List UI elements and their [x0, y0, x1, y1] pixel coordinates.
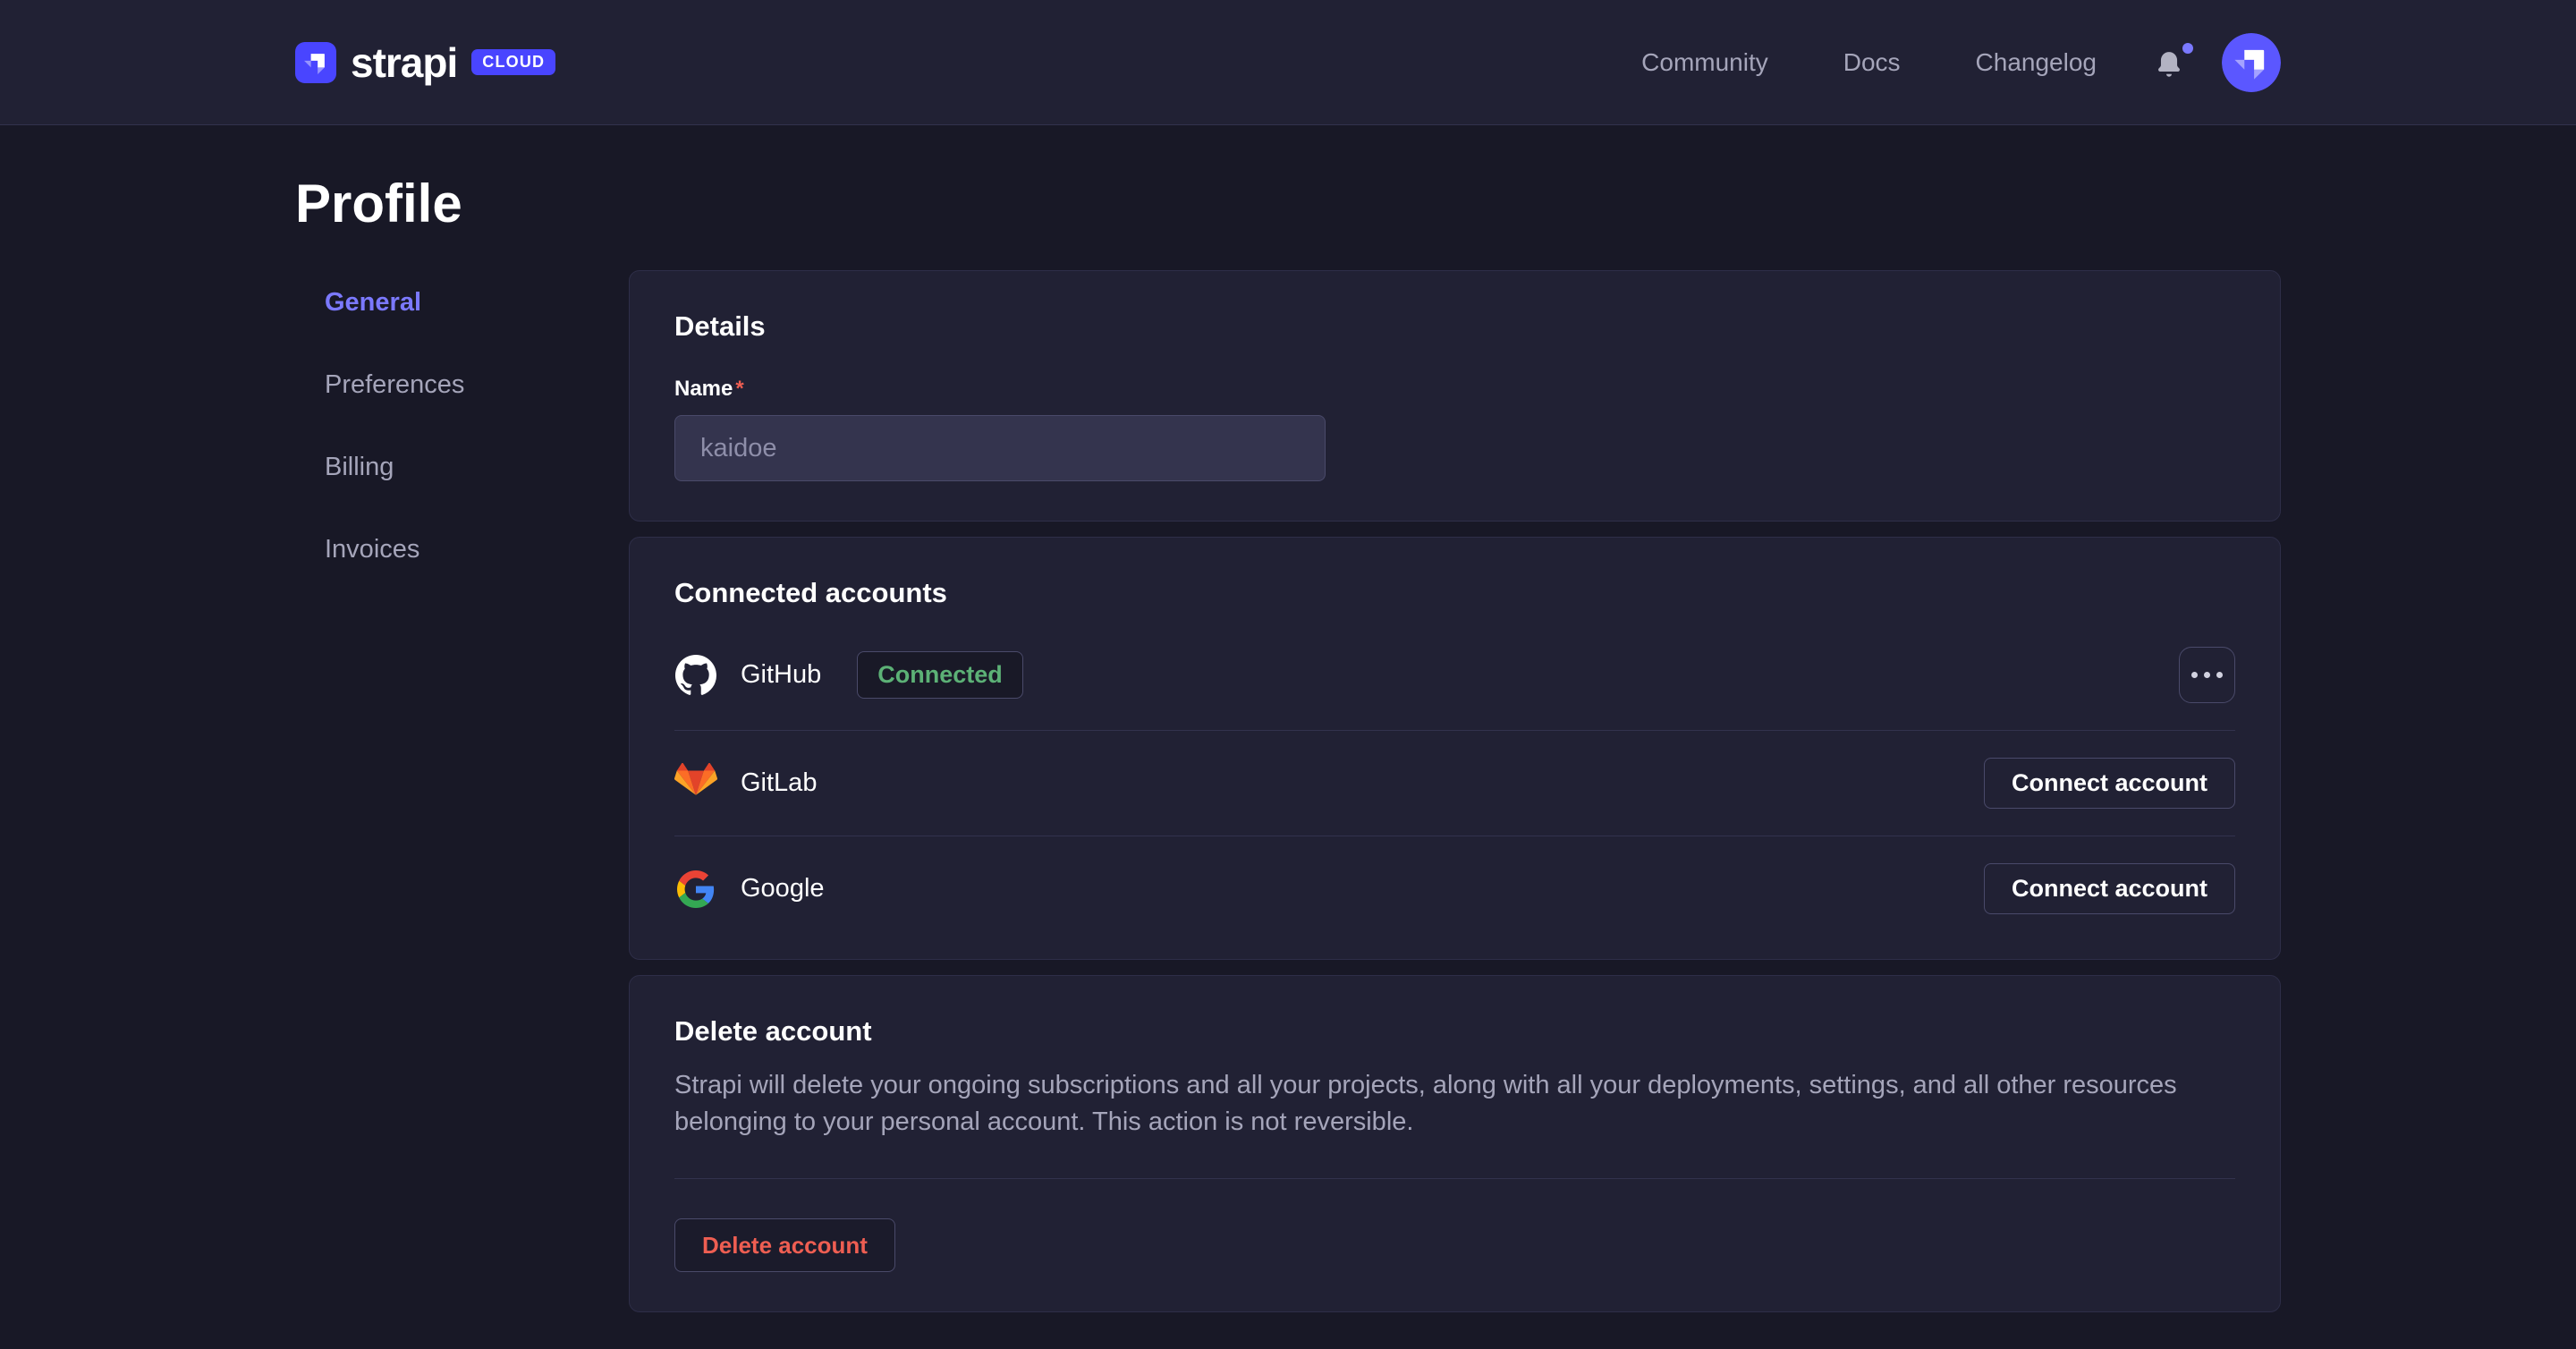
top-navbar: strapi CLOUD Community Docs Changelog: [0, 0, 2576, 125]
google-connect-account-button[interactable]: Connect account: [1984, 863, 2235, 914]
delete-account-button[interactable]: Delete account: [674, 1218, 895, 1272]
details-card: Details Name*: [629, 270, 2281, 522]
user-avatar[interactable]: [2222, 33, 2281, 92]
unread-notification-dot: [2182, 43, 2193, 54]
account-row-gitlab: GitLab Connect account: [674, 730, 2235, 836]
name-label: Name*: [674, 377, 744, 401]
sidebar-item-preferences[interactable]: Preferences: [325, 370, 629, 399]
name-field: Name*: [674, 377, 2235, 481]
brand-logo[interactable]: strapi CLOUD: [295, 38, 555, 87]
strapi-mark-icon: [295, 42, 336, 83]
page-title: Profile: [295, 172, 2281, 236]
account-row-google: Google Connect account: [674, 836, 2235, 920]
name-input[interactable]: [674, 415, 1326, 481]
sidebar-item-general[interactable]: General: [325, 288, 629, 317]
nav-link-community[interactable]: Community: [1641, 48, 1768, 77]
profile-sidebar: General Preferences Billing Invoices: [295, 270, 629, 617]
sidebar-item-billing[interactable]: Billing: [325, 453, 629, 481]
github-more-options-button[interactable]: [2179, 647, 2235, 703]
notifications-button[interactable]: [2154, 45, 2190, 81]
avatar-strapi-icon: [2222, 33, 2281, 92]
top-navigation: Community Docs Changelog: [1641, 33, 2281, 92]
gitlab-tanuki-icon: [674, 762, 717, 805]
details-card-title: Details: [674, 310, 2235, 343]
connected-status-badge: Connected: [857, 651, 1023, 699]
bell-icon: [2154, 48, 2184, 81]
delete-account-card: Delete account Strapi will delete your o…: [629, 975, 2281, 1312]
gitlab-connect-account-button[interactable]: Connect account: [1984, 758, 2235, 809]
brand-wordmark: strapi: [351, 38, 457, 87]
sidebar-item-invoices[interactable]: Invoices: [325, 535, 629, 564]
card-divider: [674, 1178, 2235, 1179]
nav-link-docs[interactable]: Docs: [1843, 48, 1901, 77]
profile-page: Profile General Preferences Billing Invo…: [295, 172, 2281, 1312]
connected-accounts-title: Connected accounts: [674, 577, 2235, 609]
google-g-icon: [674, 868, 717, 911]
delete-account-description: Strapi will delete your ongoing subscrip…: [674, 1067, 2235, 1141]
provider-name: GitHub: [741, 660, 821, 690]
profile-content: Details Name* Connected accounts: [629, 270, 2281, 1312]
connected-accounts-card: Connected accounts GitHub Connected: [629, 537, 2281, 960]
nav-link-changelog[interactable]: Changelog: [1976, 48, 2097, 77]
ellipsis-icon: [2191, 672, 2198, 678]
delete-account-title: Delete account: [674, 1015, 2235, 1048]
provider-name: Google: [741, 874, 825, 904]
account-row-github: GitHub Connected: [674, 620, 2235, 730]
required-asterisk: *: [735, 377, 743, 401]
cloud-badge: CLOUD: [471, 49, 555, 75]
provider-name: GitLab: [741, 768, 817, 798]
github-octocat-icon: [674, 654, 717, 697]
